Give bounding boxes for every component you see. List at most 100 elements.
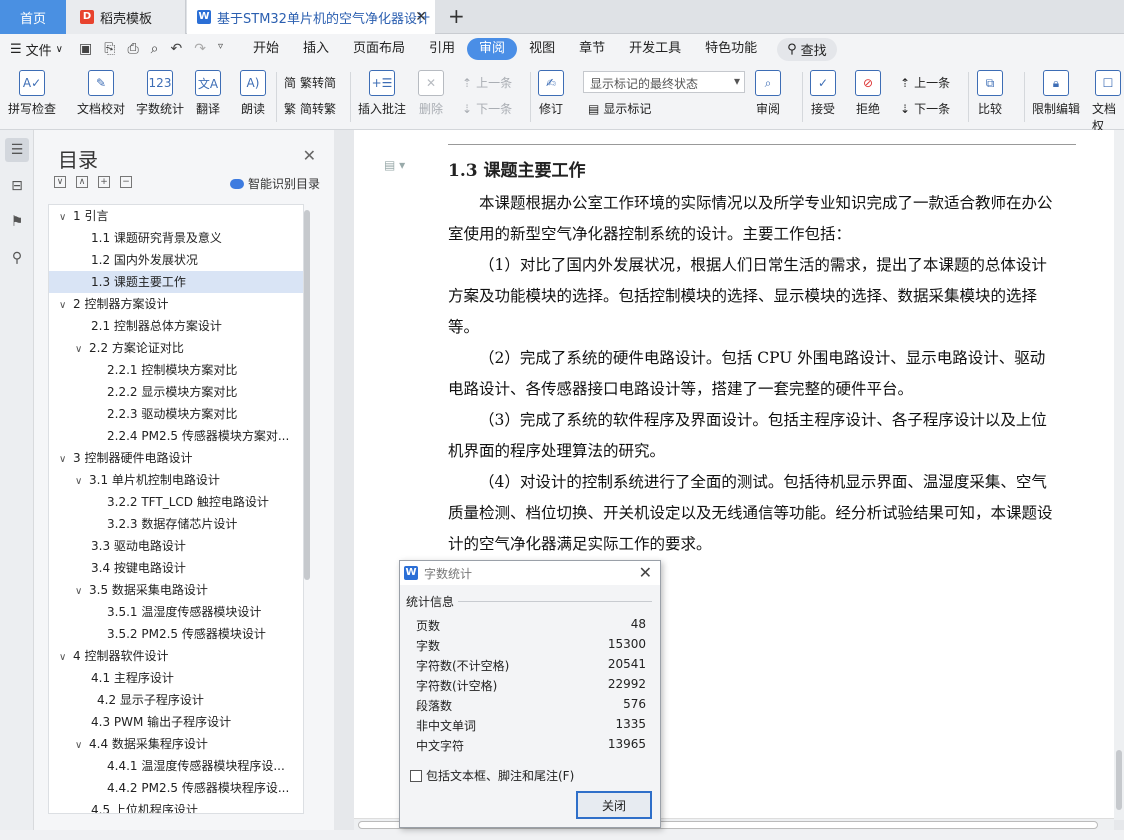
menu-tab-section[interactable]: 章节 bbox=[567, 38, 617, 60]
toc-item[interactable]: 3.5.1 温湿度传感器模块设计 bbox=[49, 601, 303, 623]
toc-item[interactable]: ∨ 2 控制器方案设计 bbox=[49, 293, 303, 315]
new-tab-button[interactable]: + bbox=[448, 4, 465, 28]
bookmark-icon[interactable]: ⚑ bbox=[5, 210, 29, 234]
spell-check-button[interactable]: A✓ 拼写检查 bbox=[8, 70, 56, 117]
expand-all-icon[interactable]: ∨ bbox=[54, 176, 66, 188]
menu-tab-insert[interactable]: 插入 bbox=[291, 38, 341, 60]
close-button[interactable]: 关闭 bbox=[576, 791, 652, 819]
markup-mode-select[interactable]: 显示标记的最终状态 bbox=[583, 71, 745, 93]
collapse-all-icon[interactable]: ∧ bbox=[76, 176, 88, 188]
toc-item[interactable]: ∨ 2.2 方案论证对比 bbox=[49, 337, 303, 359]
toc-item[interactable]: 2.2.2 显示模块方案对比 bbox=[49, 381, 303, 403]
file-menu[interactable]: ☰ 文件 ∨ bbox=[10, 40, 63, 59]
expand-toggle-icon[interactable]: ∨ bbox=[59, 647, 73, 667]
prev-comment-button[interactable]: ⇡ 上一条 bbox=[462, 74, 512, 91]
show-markup-button[interactable]: ▤ 显示标记 bbox=[588, 100, 651, 117]
translate-button[interactable]: 文A 翻译 bbox=[195, 70, 221, 117]
tab-template[interactable]: D 稻壳模板 bbox=[66, 0, 186, 34]
toc-item[interactable]: 2.2.3 驱动模块方案对比 bbox=[49, 403, 303, 425]
reject-button[interactable]: ⊘ 拒绝 bbox=[855, 70, 881, 117]
toc-item[interactable]: ∨ 3 控制器硬件电路设计 bbox=[49, 447, 303, 469]
toc-item[interactable]: 1.2 国内外发展状况 bbox=[49, 249, 303, 271]
include-textbox-checkbox[interactable]: 包括文本框、脚注和尾注(F) bbox=[410, 767, 574, 784]
menu-tab-layout[interactable]: 页面布局 bbox=[341, 38, 417, 60]
menu-tab-start[interactable]: 开始 bbox=[241, 38, 291, 60]
dialog-titlebar[interactable]: W 字数统计 ✕ bbox=[400, 561, 660, 585]
paragraph-marker-icon[interactable]: ▤ ▾ bbox=[384, 158, 405, 172]
vertical-scroll-thumb[interactable] bbox=[1116, 750, 1122, 810]
toc-item[interactable]: ∨ 3.5 数据采集电路设计 bbox=[49, 579, 303, 601]
simp-to-trad-button[interactable]: 繁 简转繁 bbox=[284, 100, 336, 117]
restrict-editing-button[interactable]: 🔒︎ 限制编辑 bbox=[1032, 70, 1080, 117]
expand-toggle-icon[interactable]: ∨ bbox=[59, 207, 73, 227]
close-icon[interactable]: ✕ bbox=[639, 563, 652, 582]
toc-item-selected[interactable]: 1.3 课题主要工作 bbox=[49, 271, 303, 293]
toc-item[interactable]: 2.1 控制器总体方案设计 bbox=[49, 315, 303, 337]
menu-tab-features[interactable]: 特色功能 bbox=[693, 38, 769, 60]
delete-comment-button[interactable]: ✕ 删除 bbox=[418, 70, 444, 117]
toc-item[interactable]: 3.5.2 PM2.5 传感器模块设计 bbox=[49, 623, 303, 645]
doc-proofread-button[interactable]: ✎ 文档校对 bbox=[77, 70, 125, 117]
accept-button[interactable]: ✓ 接受 bbox=[810, 70, 836, 117]
toc-item[interactable]: 4.4.2 PM2.5 传感器模块程序设... bbox=[49, 777, 303, 799]
menu-tab-view[interactable]: 视图 bbox=[517, 38, 567, 60]
track-changes-button[interactable]: ✍ 修订 bbox=[538, 70, 564, 117]
toc-pane-icon[interactable]: ☰ bbox=[5, 138, 29, 162]
tab-home[interactable]: 首页 bbox=[0, 0, 66, 34]
review-pane-button[interactable]: ⌕ 审阅 bbox=[755, 70, 781, 117]
customize-icon[interactable]: ▿ bbox=[218, 41, 223, 57]
toc-scrollbar[interactable] bbox=[304, 210, 310, 580]
toc-item[interactable]: 4.5 上位机程序设计 bbox=[49, 799, 303, 813]
toc-item[interactable]: 3.3 驱动电路设计 bbox=[49, 535, 303, 557]
tab-document[interactable]: W 基于STM32单片机的空气净化器设计 ✕ bbox=[187, 0, 435, 34]
remove-heading-icon[interactable]: − bbox=[120, 176, 132, 188]
expand-toggle-icon[interactable]: ∨ bbox=[75, 735, 89, 755]
undo-icon[interactable]: ↶ bbox=[170, 41, 182, 57]
expand-toggle-icon[interactable]: ∨ bbox=[75, 339, 89, 359]
export-icon[interactable]: ⎘ bbox=[104, 41, 115, 57]
search-command[interactable]: ⚲ 查找 bbox=[777, 37, 837, 61]
next-change-button[interactable]: ⇣ 下一条 bbox=[900, 100, 950, 117]
toc-item[interactable]: 4.1 主程序设计 bbox=[49, 667, 303, 689]
expand-toggle-icon[interactable]: ∨ bbox=[75, 471, 89, 491]
close-icon[interactable]: ✕ bbox=[303, 146, 316, 165]
toc-item[interactable]: 4.3 PWM 输出子程序设计 bbox=[49, 711, 303, 733]
toc-item[interactable]: ∨ 4 控制器软件设计 bbox=[49, 645, 303, 667]
print-preview-icon[interactable]: ⌕ bbox=[151, 41, 159, 57]
find-icon[interactable]: ⚲ bbox=[5, 246, 29, 270]
toc-item[interactable]: 2.2.1 控制模块方案对比 bbox=[49, 359, 303, 381]
menu-tab-reference[interactable]: 引用 bbox=[417, 38, 467, 60]
read-aloud-button[interactable]: A) 朗读 bbox=[240, 70, 266, 117]
add-heading-icon[interactable]: + bbox=[98, 176, 110, 188]
insert-comment-button[interactable]: +☰ 插入批注 bbox=[358, 70, 406, 117]
menu-tab-review[interactable]: 审阅 bbox=[467, 38, 518, 60]
print-icon[interactable]: ⎙ bbox=[127, 41, 138, 57]
expand-toggle-icon[interactable]: ∨ bbox=[75, 581, 89, 601]
toc-item[interactable]: ∨ 1 引言 bbox=[49, 205, 303, 227]
next-comment-button[interactable]: ⇣ 下一条 bbox=[462, 100, 512, 117]
close-tab-icon[interactable]: ✕ bbox=[415, 9, 427, 25]
toc-item[interactable]: ∨ 3.1 单片机控制电路设计 bbox=[49, 469, 303, 491]
toc-item[interactable]: 3.2.2 TFT_LCD 触控电路设计 bbox=[49, 491, 303, 513]
menu-tab-developer[interactable]: 开发工具 bbox=[617, 38, 693, 60]
word-count-button[interactable]: 123 字数统计 bbox=[136, 70, 184, 117]
expand-toggle-icon[interactable]: ∨ bbox=[59, 449, 73, 469]
toc-item[interactable]: 1.1 课题研究背景及意义 bbox=[49, 227, 303, 249]
save-icon[interactable]: ▣ bbox=[79, 41, 92, 57]
prev-change-button[interactable]: ⇡ 上一条 bbox=[900, 74, 950, 91]
toc-item[interactable]: ∨ 4.4 数据采集程序设计 bbox=[49, 733, 303, 755]
smart-toc-button[interactable]: 智能识别目录 bbox=[229, 175, 320, 192]
toc-item[interactable]: 4.2 显示子程序设计 bbox=[49, 689, 303, 711]
toc-item[interactable]: 3.4 按键电路设计 bbox=[49, 557, 303, 579]
toc-item[interactable]: 2.2.4 PM2.5 传感器模块方案对... bbox=[49, 425, 303, 447]
vertical-scrollbar[interactable] bbox=[1114, 130, 1124, 820]
expand-toggle-icon[interactable]: ∨ bbox=[59, 295, 73, 315]
checkbox-box[interactable] bbox=[410, 769, 422, 782]
chapter-nav-icon[interactable]: ⊟ bbox=[5, 174, 29, 198]
toc-item[interactable]: 3.2.3 数据存储芯片设计 bbox=[49, 513, 303, 535]
trad-to-simp-button[interactable]: 简 繁转简 bbox=[284, 74, 336, 91]
redo-icon[interactable]: ↷ bbox=[194, 41, 206, 57]
compare-button[interactable]: ⧉ 比较 bbox=[977, 70, 1003, 117]
toc-item[interactable]: 4.4.1 温湿度传感器模块程序设... bbox=[49, 755, 303, 777]
doc-permission-button[interactable]: ☐ 文档权 bbox=[1092, 70, 1124, 134]
